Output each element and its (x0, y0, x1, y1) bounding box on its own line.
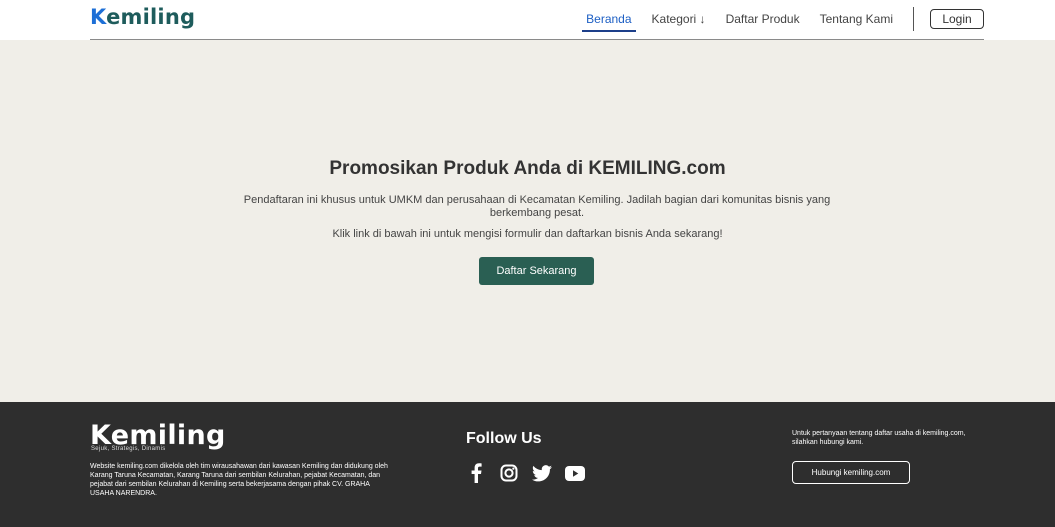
nav-item-daftar-produk[interactable]: Daftar Produk (726, 7, 800, 31)
nav-item-kategori[interactable]: Kategori ↓ (652, 7, 706, 31)
site-footer: Kemiling Sejuk, Strategis, Dinamis Websi… (0, 402, 1055, 527)
main-nav: Beranda Kategori ↓ Daftar Produk Tentang… (582, 7, 984, 32)
logo-text: emiling (106, 5, 196, 29)
site-header: Kemiling Beranda Kategori ↓ Daftar Produ… (0, 0, 1055, 40)
follow-us-heading: Follow Us (466, 430, 542, 447)
login-button[interactable]: Login (930, 9, 984, 29)
facebook-icon[interactable] (466, 463, 486, 483)
twitter-icon[interactable] (532, 463, 552, 483)
instagram-icon[interactable] (499, 463, 519, 483)
footer-contact-text: Untuk pertanyaan tentang daftar usaha di… (792, 430, 966, 446)
footer-tagline: Sejuk, Strategis, Dinamis (91, 446, 166, 452)
logo-letter-k: K (90, 5, 107, 29)
hero-section: Promosikan Produk Anda di KEMILING.com P… (0, 40, 1055, 402)
nav-divider (913, 7, 914, 31)
hero-subtext: Klik link di bawah ini untuk mengisi for… (332, 228, 723, 240)
header-bar: Kemiling Beranda Kategori ↓ Daftar Produ… (90, 0, 984, 40)
nav-item-beranda[interactable]: Beranda (582, 7, 636, 32)
daftar-sekarang-button[interactable]: Daftar Sekarang (479, 257, 594, 285)
hubungi-button[interactable]: Hubungi kemiling.com (792, 461, 910, 484)
nav-item-tentang-kami[interactable]: Tentang Kami (820, 7, 893, 31)
social-links (466, 463, 598, 483)
site-logo[interactable]: Kemiling (90, 5, 195, 29)
youtube-icon[interactable] (565, 463, 585, 483)
hero-description: Pendaftaran ini khusus untuk UMKM dan pe… (243, 194, 831, 219)
hero-title: Promosikan Produk Anda di KEMILING.com (329, 158, 726, 179)
footer-about-text: Website kemiling.com dikelola oleh tim w… (90, 463, 388, 497)
